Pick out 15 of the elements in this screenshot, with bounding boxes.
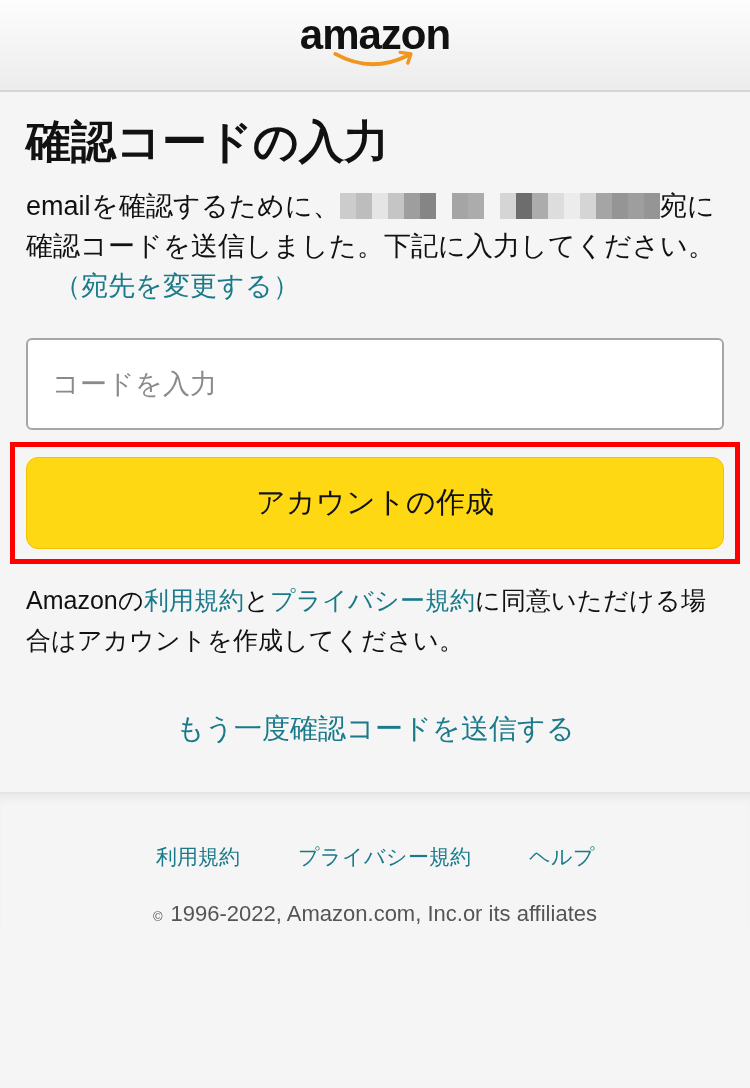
footer-link[interactable]: ヘルプ bbox=[528, 843, 595, 871]
terms-link[interactable]: プライバシー規約 bbox=[269, 586, 475, 614]
create-account-button[interactable]: アカウントの作成 bbox=[26, 457, 724, 549]
agreement-text: Amazonの利用規約と プライバシー規約に同意いただける場合はアカウントを作成してください。 bbox=[26, 585, 707, 656]
copyright-text: 1996-2022, Amazon.com, Inc.or its affiliates bbox=[170, 901, 597, 927]
footer-link[interactable]: 利用規約 bbox=[155, 843, 240, 871]
terms-link[interactable]: 利用規約 bbox=[143, 586, 244, 614]
logo-text[interactable]: amazon bbox=[299, 14, 451, 56]
footer-link[interactable]: プライバシー規約 bbox=[297, 843, 471, 871]
resend-code-link[interactable]: もう一度確認コードを送信する bbox=[175, 710, 575, 748]
copyright-mark: © bbox=[153, 909, 163, 924]
instruction-text: emailを確認するために、 宛に確認コードを送信しました。下記に入力してください。 （宛先を変更する） bbox=[26, 190, 716, 303]
change-address-link[interactable]: （宛先を変更する） bbox=[54, 271, 300, 301]
code-input-field[interactable]: コードを入力 bbox=[26, 338, 724, 430]
page-title: 確認コードの入力 bbox=[26, 115, 390, 169]
